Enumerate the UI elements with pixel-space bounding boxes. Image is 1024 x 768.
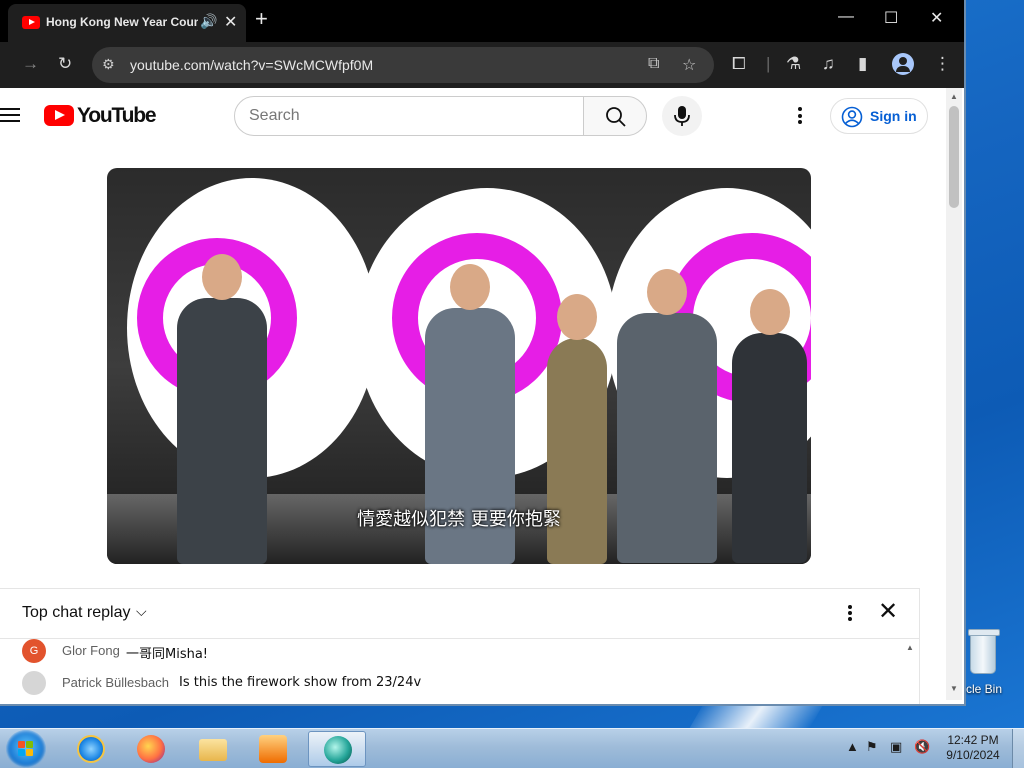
taskbar-internet-explorer[interactable]	[64, 731, 116, 767]
search-button[interactable]	[583, 96, 647, 136]
recycle-bin-icon	[968, 629, 1000, 674]
close-chat-icon[interactable]: ✕	[878, 599, 898, 625]
speaker-icon[interactable]: 🔊	[200, 13, 217, 30]
chat-menu-icon[interactable]	[846, 604, 854, 624]
network-icon[interactable]: ▣	[890, 739, 902, 755]
address-bar[interactable]: ⚙ youtube.com/watch?v=SWcMCWfpf0M ⧉ ☆	[92, 47, 714, 83]
chat-author[interactable]: Glor Fong	[62, 643, 120, 658]
browser-window: Hong Kong New Year Countdown 🔊 ✕ + — ☐ ✕…	[0, 0, 966, 706]
microphone-icon	[674, 106, 690, 126]
close-window-icon[interactable]: ✕	[930, 8, 943, 28]
site-settings-icon[interactable]: ⚙	[102, 56, 115, 73]
chat-message: G Glor Fong 一哥同Misha!	[22, 639, 902, 663]
search-icon	[606, 107, 626, 127]
firefox-icon	[137, 735, 165, 763]
chat-message: Patrick Büllesbach Is this the firework …	[22, 671, 902, 695]
chat-replay-panel: Top chat replay ⌵ ✕ G Glor Fong 一哥同Misha…	[0, 588, 920, 704]
search-input[interactable]	[249, 105, 569, 127]
page-scrollbar[interactable]: ▲ ▼	[946, 88, 962, 700]
bookmark-star-icon[interactable]: ☆	[682, 55, 696, 75]
chevron-down-icon[interactable]: ⌵	[136, 603, 147, 620]
url-text[interactable]: youtube.com/watch?v=SWcMCWfpf0M	[130, 57, 373, 73]
minimize-icon[interactable]: —	[838, 8, 854, 26]
action-center-flag-icon[interactable]: ⚑	[866, 739, 878, 755]
media-player-icon	[259, 735, 287, 763]
video-player[interactable]: 情愛越似犯禁 更要你抱緊	[107, 168, 811, 564]
windows-logo-icon	[18, 741, 34, 757]
side-panel-icon[interactable]: ▮	[858, 54, 867, 74]
account-icon	[841, 106, 863, 128]
scroll-up-icon[interactable]: ▲	[950, 92, 958, 101]
avatar[interactable]: G	[22, 639, 46, 663]
youtube-wordmark[interactable]: YouTube	[77, 104, 157, 128]
scrollbar-thumb[interactable]	[949, 106, 959, 208]
video-subtitle: 情愛越似犯禁 更要你抱緊	[357, 509, 561, 530]
extensions-icon[interactable]: ⧠	[732, 54, 746, 74]
search-box[interactable]	[234, 96, 584, 136]
tab-youtube[interactable]: Hong Kong New Year Countdown 🔊 ✕	[8, 4, 246, 42]
clock-time: 12:42 PM	[947, 733, 999, 747]
maximize-icon[interactable]: ☐	[884, 8, 898, 28]
avatar[interactable]	[22, 671, 46, 695]
tab-title: Hong Kong New Year Countdown	[46, 15, 198, 29]
chat-header: Top chat replay ⌵ ✕	[0, 589, 920, 639]
install-app-icon[interactable]: ⧉	[648, 55, 659, 73]
show-desktop-button[interactable]	[1012, 729, 1024, 768]
sign-in-button[interactable]: Sign in	[830, 98, 928, 134]
new-tab-button[interactable]: +	[255, 8, 268, 30]
tab-strip: Hong Kong New Year Countdown 🔊 ✕ + — ☐ ✕	[0, 0, 964, 42]
reload-icon[interactable]: ↻	[58, 54, 72, 74]
chat-author[interactable]: Patrick Büllesbach	[62, 675, 169, 690]
show-hidden-icons[interactable]: ▲	[846, 739, 859, 754]
voice-search-button[interactable]	[662, 96, 702, 136]
taskbar-media-player[interactable]	[246, 731, 298, 767]
active-app-icon	[324, 736, 352, 764]
internet-explorer-icon	[77, 735, 105, 763]
browser-toolbar: → ↻ ⚙ youtube.com/watch?v=SWcMCWfpf0M ⧉ …	[0, 42, 964, 88]
recycle-bin-label: rcle Bin	[962, 682, 1003, 696]
chat-text: 一哥同Misha!	[126, 647, 209, 662]
recycle-bin[interactable]: rcle Bin	[962, 629, 1024, 700]
browser-menu-icon[interactable]: ⋮	[934, 54, 951, 74]
youtube-logo-icon[interactable]	[44, 105, 74, 126]
sign-in-label: Sign in	[870, 108, 917, 124]
close-tab-icon[interactable]: ✕	[224, 12, 237, 32]
toolbar-divider: |	[766, 54, 771, 73]
scroll-down-icon[interactable]: ▼	[950, 684, 958, 693]
chat-mode-selector[interactable]: Top chat replay	[22, 604, 131, 622]
youtube-page: YouTube Sign in	[0, 88, 946, 704]
volume-muted-icon[interactable]: 🔇	[914, 739, 930, 755]
system-clock[interactable]: 12:42 PM 9/10/2024	[940, 733, 1006, 763]
labs-flask-icon[interactable]: ⚗	[786, 54, 801, 74]
start-button[interactable]	[6, 730, 46, 768]
clock-date: 9/10/2024	[946, 748, 1000, 762]
taskbar-firefox[interactable]	[124, 731, 176, 767]
taskbar-file-explorer[interactable]	[186, 731, 238, 767]
media-controls-icon[interactable]: ♫	[822, 54, 835, 74]
settings-menu-icon[interactable]	[790, 105, 810, 127]
forward-icon[interactable]: →	[22, 54, 39, 74]
chat-text: Is this the firework show from 23/24v	[179, 675, 422, 690]
taskbar: ▲ ⚑ ▣ 🔇 12:42 PM 9/10/2024	[0, 728, 1024, 768]
chat-scroll-up-icon[interactable]: ▲	[906, 643, 914, 652]
profile-avatar-icon[interactable]	[892, 53, 914, 75]
folder-icon	[199, 739, 227, 761]
youtube-favicon-icon	[22, 16, 40, 29]
hamburger-menu-icon[interactable]	[0, 108, 20, 122]
taskbar-active-app[interactable]	[308, 731, 366, 767]
